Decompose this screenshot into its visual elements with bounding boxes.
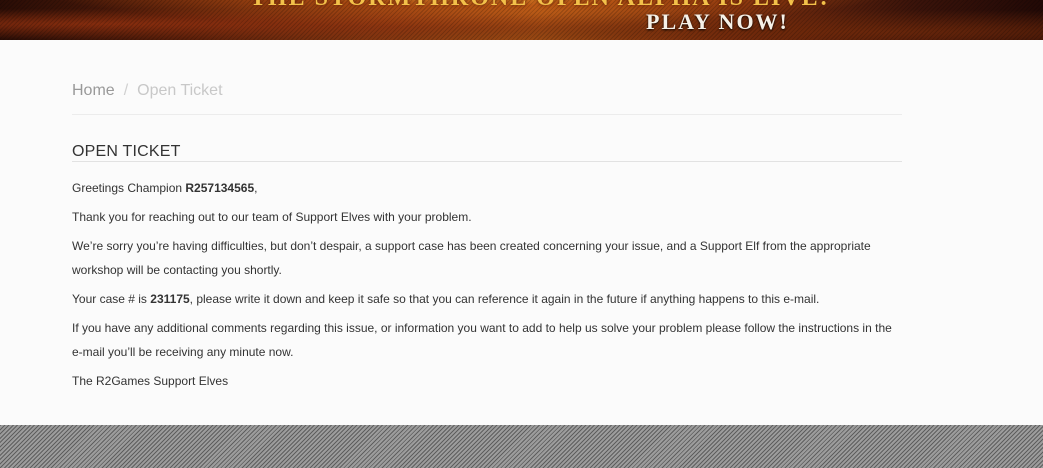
case-prefix: Your case # is	[72, 292, 151, 306]
breadcrumb-divider	[72, 114, 902, 115]
thanks-paragraph: Thank you for reaching out to our team o…	[72, 210, 472, 224]
breadcrumb-separator: /	[123, 82, 129, 99]
footer	[0, 425, 1043, 468]
promo-banner[interactable]: THE STORMTHRONE OPEN ALPHA IS LIVE! PLAY…	[0, 0, 1043, 40]
sorry-paragraph: We’re sorry you’re having difficulties, …	[72, 239, 871, 277]
greeting-prefix: Greetings Champion	[72, 181, 186, 195]
breadcrumb-home-link[interactable]: Home	[72, 82, 115, 99]
ticket-message: Greetings Champion R257134565, Thank you…	[72, 176, 902, 398]
breadcrumb-current: Open Ticket	[137, 82, 223, 99]
title-divider	[72, 161, 902, 162]
case-number: 231175	[150, 292, 190, 306]
breadcrumb: Home / Open Ticket	[72, 82, 223, 100]
additional-comments-paragraph: If you have any additional comments rega…	[72, 321, 892, 359]
page-title: OPEN TICKET	[72, 143, 181, 160]
case-number-paragraph: Your case # is 231175, please write it d…	[72, 287, 902, 311]
champion-id: R257134565	[185, 181, 255, 195]
signature: The R2Games Support Elves	[72, 374, 229, 388]
greeting-line: Greetings Champion R257134565,	[72, 176, 902, 200]
play-now-button[interactable]: PLAY NOW!	[646, 9, 789, 35]
case-suffix: , please write it down and keep it safe …	[189, 292, 820, 306]
greeting-suffix: ,	[254, 181, 258, 195]
